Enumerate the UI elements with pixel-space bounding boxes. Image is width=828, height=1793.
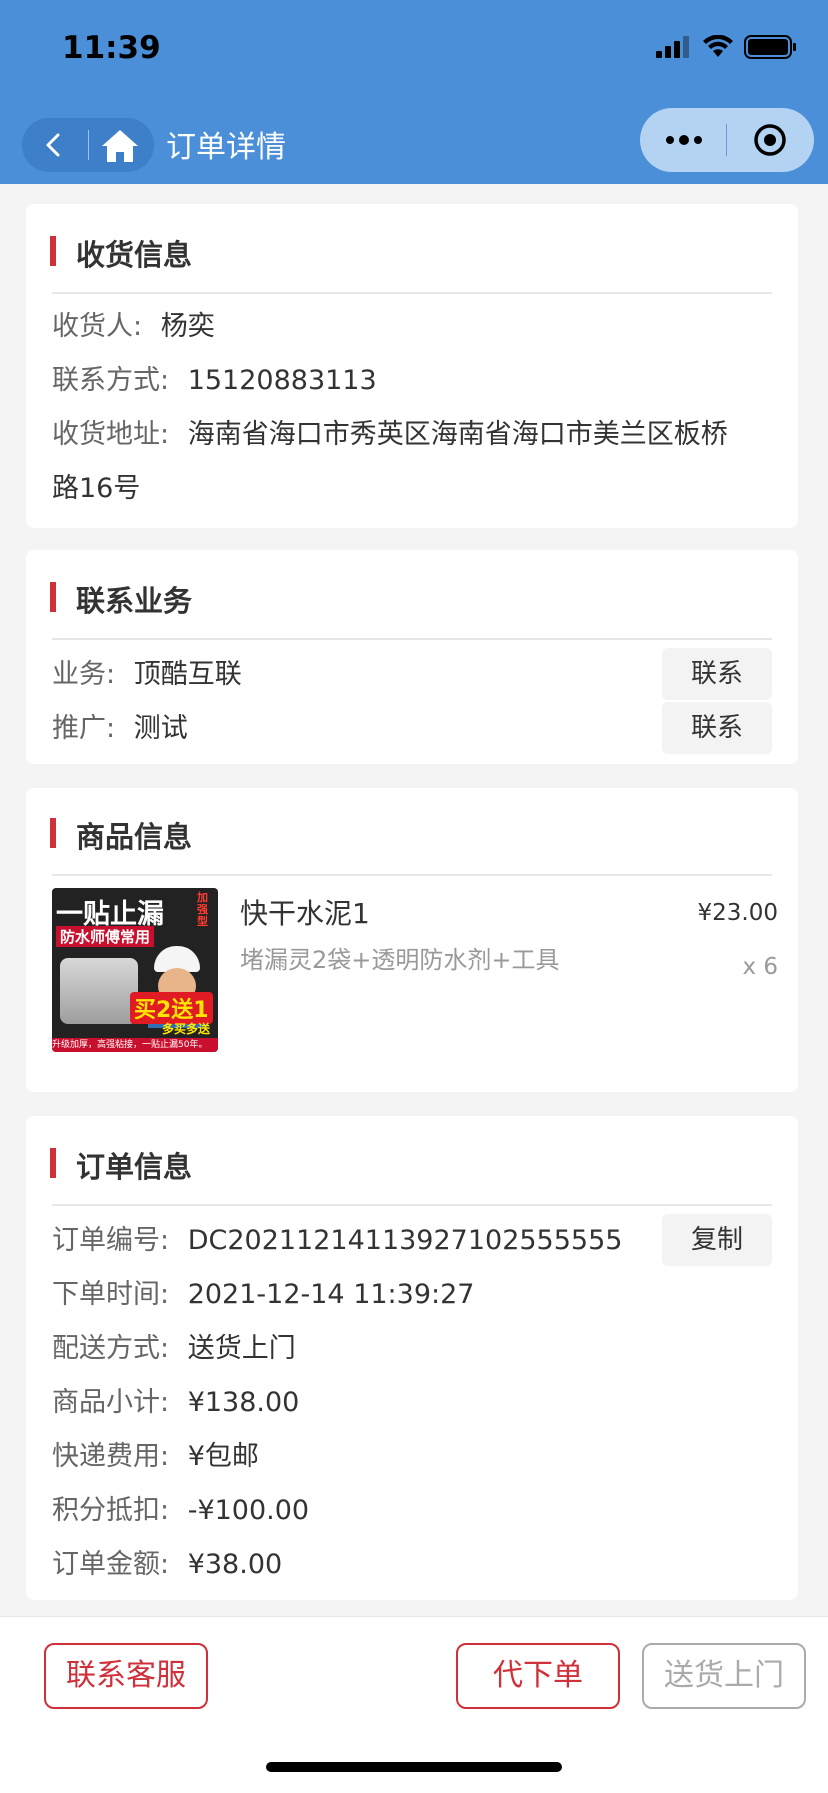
product-name[interactable]: 快干水泥1	[240, 892, 370, 932]
receiver-phone: 15120883113	[187, 365, 377, 396]
order-time-label: 下单时间:	[52, 1279, 170, 1310]
order-total: ¥38.00	[187, 1549, 283, 1580]
product-image-promo-sub: 多买多送	[162, 1022, 211, 1036]
contact-business-value: 顶酷互联	[133, 659, 242, 690]
order-time: 2021-12-14 11:39:27	[187, 1279, 475, 1310]
order-total-label: 订单金额:	[52, 1549, 170, 1580]
receiver-address-row: 收货地址: 海南省海口市秀英区海南省海口市美兰区板桥	[52, 408, 772, 462]
receiver-address-label: 收货地址:	[52, 419, 170, 450]
deliver-to-door-button[interactable]: 送货上门	[642, 1643, 806, 1709]
divider	[52, 1204, 772, 1206]
contact-section-title: 联系业务	[50, 578, 192, 620]
nav-back-home-group	[22, 118, 154, 172]
receiver-phone-row: 联系方式: 15120883113	[52, 354, 772, 408]
divider	[52, 638, 772, 640]
status-icons	[656, 34, 798, 60]
receiver-address-line1: 海南省海口市秀英区海南省海口市美兰区板桥	[187, 419, 728, 450]
contact-promo-value: 测试	[133, 713, 188, 744]
order-card: 订单信息 订单编号: DC20211214113927102555555 复制 …	[26, 1116, 798, 1600]
home-icon[interactable]	[100, 128, 140, 164]
nav-separator	[88, 130, 89, 160]
points-deduction: -¥100.00	[187, 1495, 310, 1526]
place-order-button[interactable]: 代下单	[456, 1643, 620, 1709]
page-title: 订单详情	[166, 130, 286, 165]
product-image-roll	[60, 958, 138, 1024]
divider	[52, 292, 772, 294]
signal-icon	[656, 36, 689, 58]
shipping-fee: ¥包邮	[187, 1441, 259, 1472]
receiver-section-title: 收货信息	[50, 232, 192, 274]
contact-business-button[interactable]: 联系	[662, 648, 772, 700]
shipping-fee-label: 快递费用:	[52, 1441, 170, 1472]
product-image-badge: 加强型	[197, 891, 208, 928]
receiver-address-line2-row: 路16号	[52, 462, 772, 516]
contact-service-button[interactable]: 联系客服	[44, 1643, 208, 1709]
mini-program-capsule	[640, 108, 814, 172]
product-price: ¥23.00	[697, 900, 778, 926]
capsule-separator	[726, 124, 727, 156]
receiver-name: 杨奕	[160, 311, 215, 342]
product-image-footer: 升级加厚，高强粘接，一贴止漏50年。	[52, 1038, 218, 1052]
status-bar: 11:39	[0, 0, 828, 100]
order-number-label: 订单编号:	[52, 1225, 170, 1256]
contact-business-label: 业务:	[52, 659, 116, 690]
points-deduction-label: 积分抵扣:	[52, 1495, 170, 1526]
product-image[interactable]: 一贴止漏 加强型 防水师傅常用 买2送1 多买多送 升级加厚，高强粘接，一贴止漏…	[52, 888, 218, 1052]
shipping-fee-row: 快递费用: ¥包邮	[52, 1430, 772, 1484]
order-time-row: 下单时间: 2021-12-14 11:39:27	[52, 1268, 772, 1322]
receiver-address-line2: 路16号	[52, 473, 141, 504]
delivery-method-row: 配送方式: 送货上门	[52, 1322, 772, 1376]
home-indicator	[266, 1762, 562, 1772]
product-card: 商品信息 一贴止漏 加强型 防水师傅常用 买2送1 多买多送 升级加厚，高强粘接…	[26, 788, 798, 1092]
wifi-icon	[703, 35, 733, 57]
receiver-name-label: 收货人:	[52, 311, 143, 342]
more-icon[interactable]	[664, 130, 704, 150]
close-mini-program-icon[interactable]	[752, 122, 788, 158]
points-deduction-row: 积分抵扣: -¥100.00	[52, 1484, 772, 1538]
subtotal: ¥138.00	[187, 1387, 300, 1418]
subtotal-label: 商品小计:	[52, 1387, 170, 1418]
receiver-card: 收货信息 收货人: 杨奕 联系方式: 15120883113 收货地址: 海南省…	[26, 204, 798, 528]
product-image-subline: 防水师傅常用	[56, 926, 155, 947]
status-time: 11:39	[62, 30, 161, 66]
contact-card: 联系业务 业务: 顶酷互联 联系 推广: 测试 联系	[26, 550, 798, 764]
receiver-phone-label: 联系方式:	[52, 365, 170, 396]
subtotal-row: 商品小计: ¥138.00	[52, 1376, 772, 1430]
receiver-name-row: 收货人: 杨奕	[52, 300, 772, 354]
battery-icon	[744, 35, 796, 59]
product-section-title: 商品信息	[50, 814, 192, 856]
copy-order-number-button[interactable]: 复制	[662, 1214, 772, 1266]
nav-bar: 订单详情	[0, 100, 828, 184]
order-section-title: 订单信息	[50, 1144, 192, 1186]
divider	[52, 874, 772, 876]
contact-promo-label: 推广:	[52, 713, 116, 744]
order-total-row: 订单金额: ¥38.00	[52, 1538, 772, 1592]
delivery-method: 送货上门	[187, 1333, 296, 1364]
contact-promo-button[interactable]: 联系	[662, 702, 772, 754]
delivery-method-label: 配送方式:	[52, 1333, 170, 1364]
product-quantity: x 6	[742, 954, 778, 980]
back-icon[interactable]	[40, 131, 68, 159]
product-spec: 堵漏灵2袋+透明防水剂+工具	[240, 946, 560, 974]
order-number: DC20211214113927102555555	[187, 1225, 623, 1256]
